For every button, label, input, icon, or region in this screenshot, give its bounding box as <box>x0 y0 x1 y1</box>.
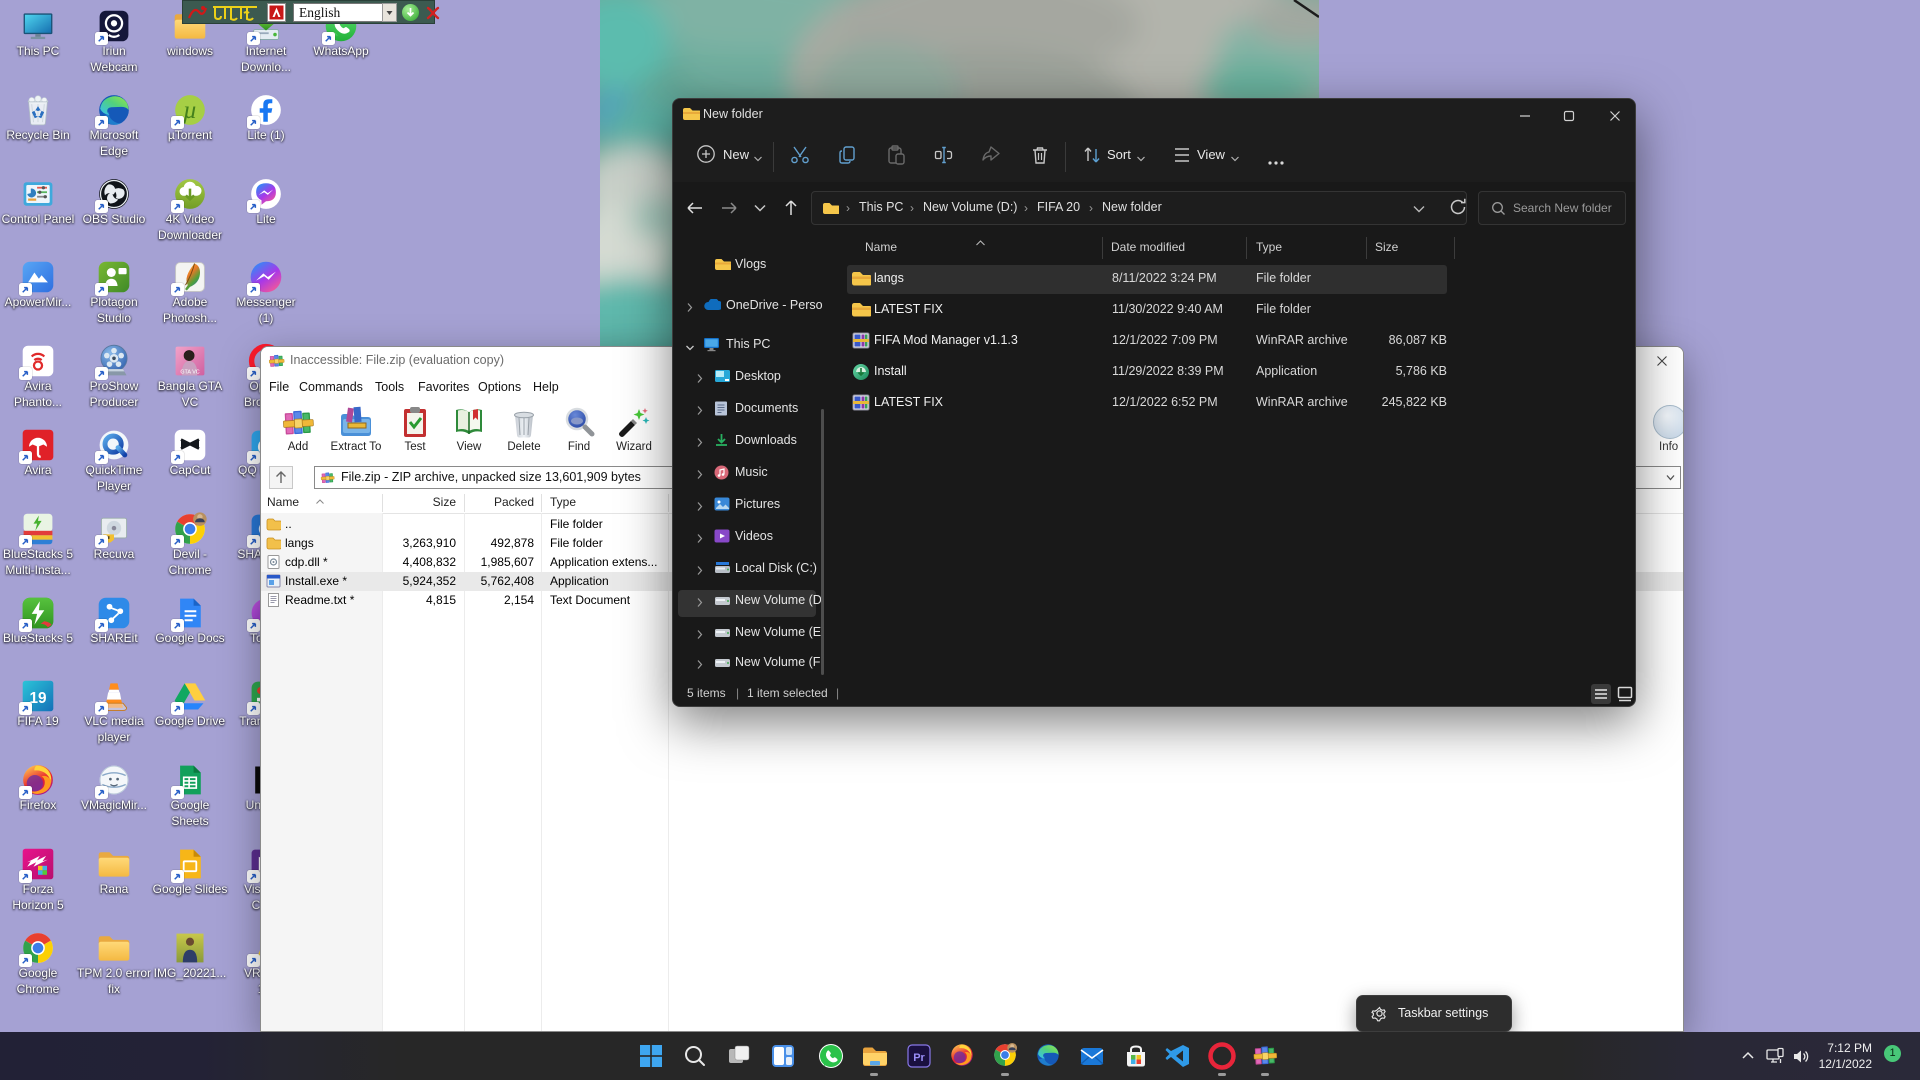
svg-text:19: 19 <box>30 690 47 707</box>
svg-text:µ: µ <box>183 97 198 124</box>
svg-text:Pr: Pr <box>913 1052 925 1064</box>
svg-text:GTA VC: GTA VC <box>180 370 199 376</box>
